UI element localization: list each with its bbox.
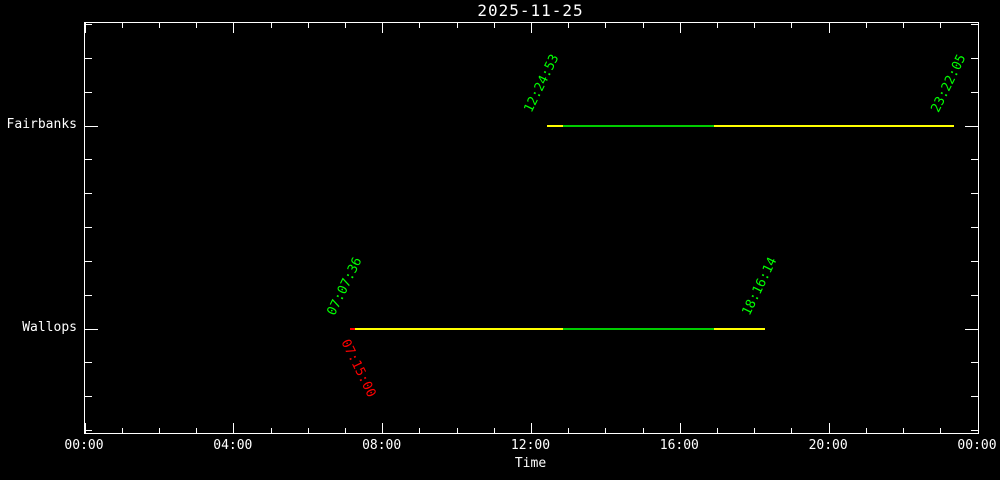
x-tick-label: 08:00 xyxy=(362,438,402,453)
y-minor-tick xyxy=(971,227,978,228)
x-minor-tick xyxy=(456,23,458,28)
x-major-tick xyxy=(233,23,235,33)
y-minor-tick xyxy=(971,362,978,364)
y-axis-label-wallops: Wallops xyxy=(22,320,77,335)
x-minor-tick xyxy=(865,23,867,28)
pass-line-segment xyxy=(713,328,765,330)
x-minor-tick xyxy=(344,23,346,28)
y-minor-tick xyxy=(85,260,92,262)
pass-time-label: 07:15:00 xyxy=(337,337,379,400)
x-minor-tick xyxy=(754,428,756,433)
x-minor-tick xyxy=(791,23,793,28)
x-minor-tick xyxy=(791,428,793,433)
x-major-tick xyxy=(531,423,532,433)
y-minor-tick xyxy=(85,193,92,195)
x-minor-tick xyxy=(158,428,160,433)
x-minor-tick xyxy=(605,428,607,433)
x-minor-tick xyxy=(717,23,719,28)
x-minor-tick xyxy=(307,428,309,433)
x-major-tick xyxy=(828,23,830,33)
x-minor-tick xyxy=(419,23,421,28)
x-minor-tick xyxy=(568,23,570,28)
x-tick-label: 20:00 xyxy=(808,438,848,453)
x-axis-title: Time xyxy=(514,456,547,471)
x-minor-tick xyxy=(158,23,160,28)
x-minor-tick xyxy=(903,23,905,28)
y-minor-tick xyxy=(85,294,92,296)
x-minor-tick xyxy=(270,428,272,433)
y-minor-tick xyxy=(971,193,978,195)
x-minor-tick xyxy=(493,23,495,28)
pass-time-label: 18:16:14 xyxy=(739,255,781,318)
y-minor-tick xyxy=(85,362,92,364)
x-minor-tick xyxy=(568,428,570,433)
x-minor-tick xyxy=(717,428,719,433)
chart-title: 2025-11-25 xyxy=(477,1,584,20)
x-minor-tick xyxy=(642,428,644,433)
x-tick-label: 16:00 xyxy=(659,438,699,453)
y-minor-tick xyxy=(971,24,978,25)
pass-line-segment xyxy=(563,125,714,127)
x-minor-tick xyxy=(307,23,309,28)
y-minor-tick xyxy=(85,227,92,228)
plot-area: 12:24:53 23:22:05 07:07:36 18:16:14 07:15:00 xyxy=(84,22,979,434)
x-minor-tick xyxy=(196,428,198,433)
y-minor-tick xyxy=(971,57,978,59)
x-tick-label: 00:00 xyxy=(957,438,997,453)
x-major-tick xyxy=(382,23,384,33)
x-minor-tick xyxy=(121,428,123,433)
x-major-tick xyxy=(679,423,681,433)
pass-time-label: 23:22:05 xyxy=(929,52,970,115)
y-minor-tick xyxy=(85,396,92,398)
y-minor-tick xyxy=(971,396,978,398)
pass-line-segment xyxy=(563,328,714,330)
y-minor-tick xyxy=(85,430,92,431)
pass-time-label: 07:07:36 xyxy=(324,255,366,318)
x-minor-tick xyxy=(605,23,607,28)
x-minor-tick xyxy=(121,23,123,28)
x-major-tick xyxy=(977,423,979,433)
x-minor-tick xyxy=(196,23,198,28)
y-minor-tick xyxy=(971,159,978,161)
x-minor-tick xyxy=(344,428,346,433)
y-major-tick xyxy=(965,125,978,127)
x-minor-tick xyxy=(865,428,867,433)
x-tick-label: 12:00 xyxy=(510,438,551,453)
y-minor-tick xyxy=(85,159,92,161)
x-minor-tick xyxy=(419,428,421,433)
y-minor-tick xyxy=(85,57,92,59)
x-minor-tick xyxy=(456,428,458,433)
x-minor-tick xyxy=(493,428,495,433)
y-minor-tick xyxy=(85,91,92,93)
x-minor-tick xyxy=(940,428,942,433)
y-axis-label-fairbanks: Fairbanks xyxy=(6,117,77,132)
pass-line-segment xyxy=(354,328,564,330)
y-minor-tick xyxy=(85,24,92,25)
timeline-chart: 2025-11-25 12:24:53 23:22:05 07:07:36 18:16… xyxy=(0,0,1000,480)
x-tick-label: 00:00 xyxy=(64,438,104,453)
x-minor-tick xyxy=(940,23,942,28)
y-minor-tick xyxy=(971,260,978,262)
x-major-tick xyxy=(233,423,235,433)
x-tick-label: 04:00 xyxy=(213,438,253,453)
y-minor-tick xyxy=(971,430,978,431)
y-minor-tick xyxy=(971,294,978,296)
x-minor-tick xyxy=(642,23,644,28)
x-major-tick xyxy=(84,423,86,433)
pass-line-segment xyxy=(546,125,564,127)
y-major-tick xyxy=(85,328,98,330)
y-major-tick xyxy=(965,328,978,330)
x-minor-tick xyxy=(903,428,905,433)
pass-line-segment xyxy=(713,125,955,127)
x-major-tick xyxy=(531,23,532,33)
x-major-tick xyxy=(679,23,681,33)
x-major-tick xyxy=(382,423,384,433)
x-minor-tick xyxy=(270,23,272,28)
x-minor-tick xyxy=(754,23,756,28)
y-minor-tick xyxy=(971,91,978,93)
x-major-tick xyxy=(828,423,830,433)
y-major-tick xyxy=(85,125,98,127)
pass-time-label: 12:24:53 xyxy=(521,52,563,115)
